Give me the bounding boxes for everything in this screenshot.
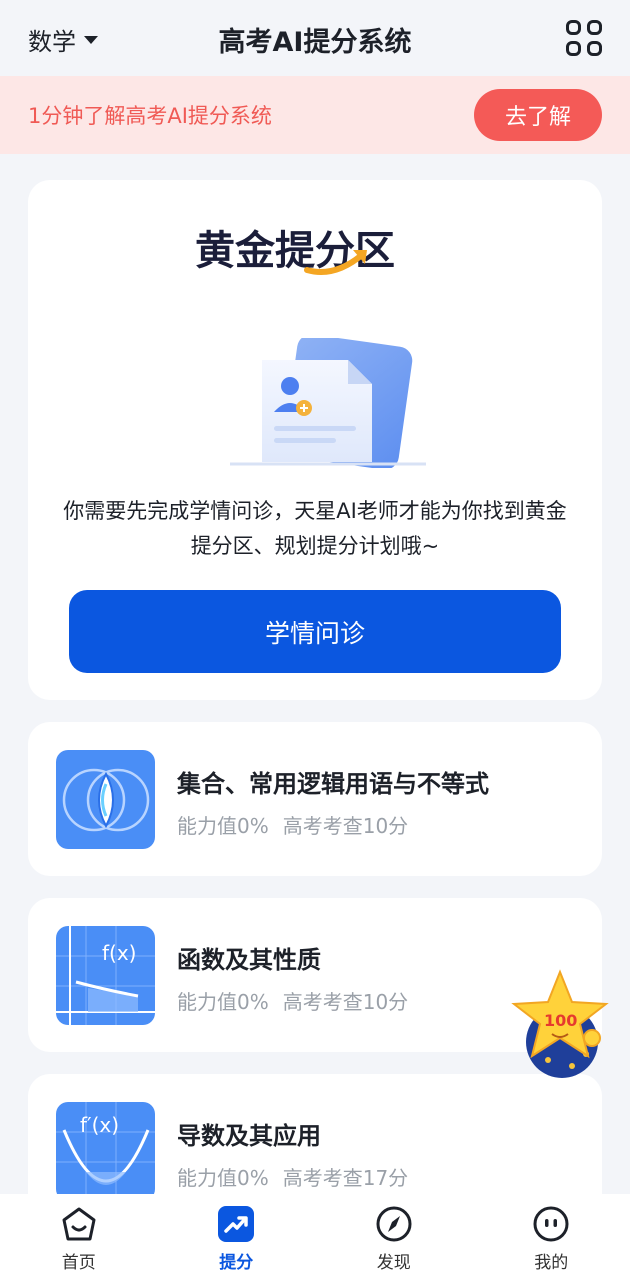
nav-item-mine[interactable]: 我的 (473, 1194, 630, 1280)
exam-points: 高考考查10分 (282, 814, 409, 838)
svg-text:100: 100 (544, 1011, 577, 1030)
venn-diagram-icon (56, 750, 155, 849)
promo-text: 1分钟了解高考AI提分系统 (28, 104, 272, 128)
profile-face-icon (533, 1206, 569, 1242)
svg-text:f(x): f(x) (102, 941, 136, 965)
compass-icon (376, 1206, 412, 1242)
learn-more-button[interactable]: 去了解 (474, 89, 602, 141)
nav-item-boost[interactable]: 提分 (158, 1194, 316, 1280)
function-graph-icon: f(x) (56, 926, 155, 1025)
gold-zone-logo: 黄金提分区 (28, 220, 602, 280)
document-illustration-icon (230, 338, 426, 468)
nav-label: 首页 (61, 1253, 96, 1273)
star-mascot-icon[interactable]: 100 (508, 968, 612, 1080)
exam-points: 高考考查17分 (282, 1166, 409, 1190)
trend-up-icon (218, 1206, 255, 1242)
top-header: 数学 高考AI提分系统 (0, 0, 630, 76)
diagnosis-description: 你需要先完成学情问诊，天星AI老师才能为你找到黄金提分区、规划提分计划哦~ (63, 499, 567, 558)
promo-banner[interactable]: 1分钟了解高考AI提分系统 去了解 (0, 76, 630, 154)
grid-menu-icon[interactable] (566, 20, 602, 56)
topic-title: 导数及其应用 (177, 1122, 321, 1150)
nav-label: 提分 (219, 1253, 254, 1273)
diagnosis-button[interactable]: 学情问诊 (69, 590, 561, 673)
bottom-navigation: 首页 提分 发现 我的 (0, 1194, 630, 1280)
page-title: 高考AI提分系统 (218, 27, 412, 58)
svg-text:f′(x): f′(x) (80, 1113, 119, 1137)
gold-zone-card: 黄金提分区 你需要先完成学情问诊，天星AI老师才能为你找到黄金提分区、规划提分计… (28, 180, 602, 700)
nav-label: 我的 (534, 1253, 569, 1273)
topic-title: 函数及其性质 (177, 946, 321, 974)
app-screen: 数学 高考AI提分系统 1分钟了解高考AI提分系统 去了解 黄金提分区 你需要先… (0, 0, 630, 1280)
nav-label: 发现 (376, 1253, 411, 1273)
topic-card-sets-logic[interactable]: 集合、常用逻辑用语与不等式 能力值0% 高考考查10分 (28, 722, 602, 876)
nav-item-home[interactable]: 首页 (0, 1194, 158, 1280)
topic-stats: 能力值0% 高考考查10分 (177, 986, 408, 1015)
topic-stats: 能力值0% 高考考查10分 (177, 810, 408, 839)
home-icon (62, 1207, 96, 1241)
ability-value: 能力值0% (177, 990, 269, 1014)
exam-points: 高考考查10分 (282, 990, 409, 1014)
derivative-curve-icon: f′(x) (56, 1102, 155, 1201)
topic-title: 集合、常用逻辑用语与不等式 (177, 770, 489, 798)
nav-item-discover[interactable]: 发现 (315, 1194, 473, 1280)
ability-value: 能力值0% (177, 814, 269, 838)
topic-stats: 能力值0% 高考考查17分 (177, 1162, 408, 1191)
ability-value: 能力值0% (177, 1166, 269, 1190)
